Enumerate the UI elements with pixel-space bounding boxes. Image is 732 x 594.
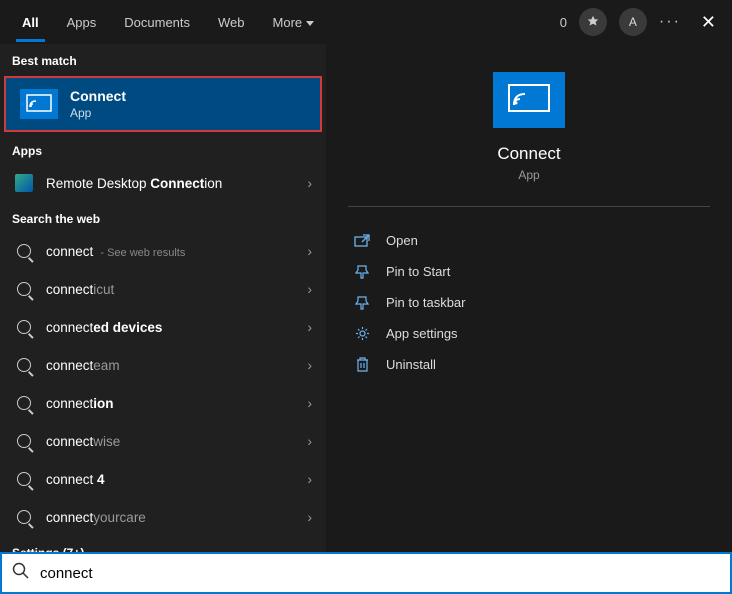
header-bar: All Apps Documents Web More 0 A ··· ✕ — [0, 0, 732, 44]
action-label: Pin to Start — [386, 264, 450, 279]
connect-app-icon — [20, 89, 58, 119]
settings-icon — [352, 326, 372, 341]
action-label: Pin to taskbar — [386, 295, 466, 310]
search-bar[interactable] — [0, 552, 732, 594]
section-apps: Apps — [0, 134, 326, 164]
section-best-match: Best match — [0, 44, 326, 74]
rdp-icon — [15, 174, 33, 192]
tab-apps[interactable]: Apps — [53, 3, 111, 42]
web-result-3[interactable]: connecteam› — [0, 346, 326, 384]
web-result-2[interactable]: connected devices› — [0, 308, 326, 346]
chevron-right-icon[interactable]: › — [307, 509, 312, 525]
detail-app-icon — [493, 72, 565, 128]
action-settings[interactable]: App settings — [348, 318, 710, 349]
chevron-right-icon[interactable]: › — [307, 175, 312, 191]
chevron-right-icon[interactable]: › — [307, 471, 312, 487]
app-result-rdp[interactable]: Remote Desktop Connection › — [0, 164, 326, 202]
search-input[interactable] — [40, 565, 720, 582]
search-icon — [17, 434, 31, 448]
action-open[interactable]: Open — [348, 225, 710, 256]
detail-panel: Connect App Open Pin to Start Pin to taskb… — [326, 44, 732, 552]
tab-web[interactable]: Web — [204, 3, 259, 42]
tab-documents[interactable]: Documents — [110, 3, 204, 42]
section-search-web: Search the web — [0, 202, 326, 232]
action-pin-taskbar[interactable]: Pin to taskbar — [348, 287, 710, 318]
chevron-down-icon — [306, 21, 314, 26]
best-match-subtitle: App — [70, 106, 126, 120]
action-uninstall[interactable]: Uninstall — [348, 349, 710, 380]
section-settings[interactable]: Settings (7+) — [0, 536, 326, 552]
best-match-title: Connect — [70, 88, 126, 104]
web-result-1[interactable]: connecticut› — [0, 270, 326, 308]
pin-taskbar-icon — [352, 296, 372, 310]
search-icon — [17, 396, 31, 410]
search-icon — [17, 244, 31, 258]
divider — [348, 206, 710, 207]
action-pin-start[interactable]: Pin to Start — [348, 256, 710, 287]
web-result-0[interactable]: connect - See web results› — [0, 232, 326, 270]
results-panel: Best match Connect App Apps Remote Deskt… — [0, 44, 326, 552]
chevron-right-icon[interactable]: › — [307, 433, 312, 449]
close-icon[interactable]: ✕ — [693, 8, 724, 37]
web-result-6[interactable]: connect 4› — [0, 460, 326, 498]
best-match-connect[interactable]: Connect App — [4, 76, 322, 132]
tab-all[interactable]: All — [8, 3, 53, 42]
search-icon — [17, 358, 31, 372]
chevron-right-icon[interactable]: › — [307, 281, 312, 297]
chevron-right-icon[interactable]: › — [307, 357, 312, 373]
detail-title: Connect — [497, 144, 560, 164]
filter-tabs: All Apps Documents Web More — [8, 3, 328, 42]
search-icon — [12, 562, 30, 585]
web-result-4[interactable]: connection› — [0, 384, 326, 422]
tab-more[interactable]: More — [259, 3, 329, 42]
action-label: App settings — [386, 326, 458, 341]
chevron-right-icon[interactable]: › — [307, 395, 312, 411]
search-icon — [17, 320, 31, 334]
uninstall-icon — [352, 357, 372, 372]
action-label: Uninstall — [386, 357, 436, 372]
search-icon — [17, 472, 31, 486]
chevron-right-icon[interactable]: › — [307, 319, 312, 335]
action-label: Open — [386, 233, 418, 248]
account-avatar[interactable]: A — [619, 8, 647, 36]
detail-subtitle: App — [518, 168, 539, 182]
rewards-icon[interactable] — [579, 8, 607, 36]
reward-count: 0 — [560, 15, 567, 30]
web-result-7[interactable]: connectyourcare› — [0, 498, 326, 536]
chevron-right-icon[interactable]: › — [307, 243, 312, 259]
web-result-5[interactable]: connectwise› — [0, 422, 326, 460]
pin-start-icon — [352, 265, 372, 279]
search-icon — [17, 282, 31, 296]
search-icon — [17, 510, 31, 524]
open-icon — [352, 234, 372, 248]
more-options-icon[interactable]: ··· — [659, 13, 681, 31]
